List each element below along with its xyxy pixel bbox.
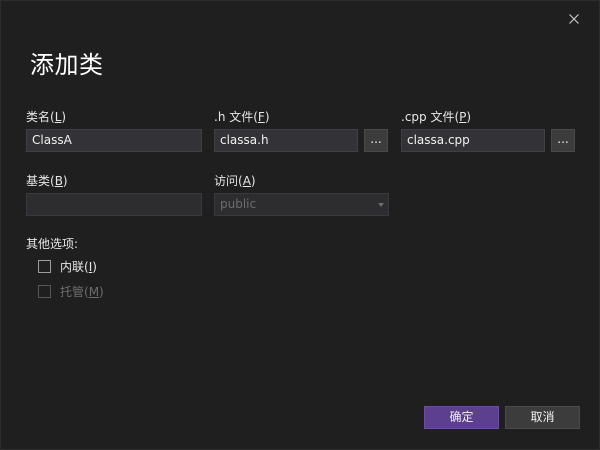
access-label: 访问(A) xyxy=(214,174,256,188)
other-options-label: 其他选项: xyxy=(26,237,79,251)
close-icon xyxy=(569,14,579,24)
cpp-file-input[interactable]: classa.cpp xyxy=(401,129,545,152)
inline-option[interactable]: 内联(I) xyxy=(38,258,97,275)
class-name-input[interactable]: ClassA xyxy=(26,129,202,152)
add-class-dialog: 添加类 类名(L) .h 文件(F) .cpp 文件(P) ClassA cla… xyxy=(0,0,600,450)
access-selected-value: public xyxy=(220,197,257,211)
managed-checkbox-label: 托管(M) xyxy=(60,285,104,299)
h-file-label: .h 文件(F) xyxy=(214,110,270,124)
ok-button[interactable]: 确定 xyxy=(424,406,499,429)
managed-checkbox[interactable] xyxy=(38,285,51,298)
inline-checkbox-label: 内联(I) xyxy=(60,260,97,274)
access-select[interactable]: public xyxy=(214,193,389,216)
cancel-button[interactable]: 取消 xyxy=(505,406,580,429)
class-name-label: 类名(L) xyxy=(26,110,67,124)
dialog-title: 添加类 xyxy=(30,51,104,79)
h-file-input[interactable]: classa.h xyxy=(214,129,358,152)
cpp-file-browse-button[interactable]: ... xyxy=(551,129,575,152)
close-button[interactable] xyxy=(563,8,585,30)
cpp-file-label: .cpp 文件(P) xyxy=(401,110,472,124)
h-file-browse-button[interactable]: ... xyxy=(364,129,388,152)
chevron-down-icon xyxy=(378,203,384,207)
base-class-input[interactable] xyxy=(26,193,202,216)
inline-checkbox[interactable] xyxy=(38,260,51,273)
managed-option[interactable]: 托管(M) xyxy=(38,283,104,300)
base-class-label: 基类(B) xyxy=(26,174,68,188)
